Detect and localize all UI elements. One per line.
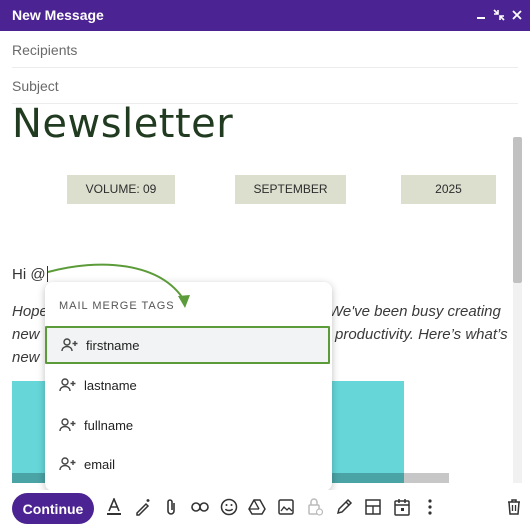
merge-tag-label: email [84,456,116,472]
body-line1-left: Hope [12,303,48,320]
attachment-icon[interactable] [162,498,180,516]
schedule-icon[interactable] [393,498,411,516]
continue-button[interactable]: Continue [12,493,94,524]
collapse-icon[interactable] [492,7,506,23]
text-cursor [46,266,48,282]
body-line2-right: productivity. Here’s what’s [335,326,508,343]
more-icon[interactable] [421,498,439,516]
subject-placeholder: Subject [12,78,59,94]
subject-field[interactable]: Subject [12,68,518,104]
title-bar: New Message [0,0,530,31]
compose-toolbar: Continue [0,490,530,530]
year-pill: 2025 [401,175,496,204]
add-person-icon [59,457,76,471]
pen-icon[interactable] [335,498,353,516]
minimize-icon[interactable] [474,7,488,23]
window-title: New Message [12,7,104,23]
month-pill: SEPTEMBER [235,175,346,204]
magic-pen-icon[interactable] [134,498,152,516]
scrollbar-track[interactable] [513,283,522,483]
body-line3-left: new [12,349,40,366]
merge-tag-firstname[interactable]: firstname [45,326,330,364]
merge-tag-fullname[interactable]: fullname [45,406,332,444]
lock-clock-icon[interactable] [306,498,324,516]
merge-tag-label: lastname [84,377,137,393]
text-format-icon[interactable] [105,498,123,516]
recipients-field[interactable]: Recipients [12,32,518,68]
add-person-icon [59,418,76,432]
link-icon[interactable] [191,498,209,516]
mail-merge-popup: MAIL MERGE TAGS firstname lastname fulln… [45,282,332,491]
greeting-text: Hi @ [12,266,48,283]
merge-tag-label: firstname [86,337,140,353]
merge-tag-label: fullname [84,417,134,433]
volume-pill: VOLUME: 09 [67,175,175,204]
trash-icon[interactable] [505,498,523,516]
close-icon[interactable] [510,7,524,23]
add-person-icon [59,378,76,392]
add-person-icon [61,338,78,352]
drive-icon[interactable] [248,498,266,516]
newsletter-heading: Newsletter [12,101,234,147]
body-line2-left: new [12,326,40,343]
recipients-placeholder: Recipients [12,42,78,58]
emoji-icon[interactable] [220,498,238,516]
image-icon[interactable] [277,498,295,516]
merge-tag-lastname[interactable]: lastname [45,366,332,404]
body-line1-right: We've been busy creating [329,303,501,320]
merge-tag-email[interactable]: email [45,445,332,483]
layout-icon[interactable] [364,498,382,516]
scrollbar-thumb[interactable] [513,137,522,283]
greeting-prefix: Hi @ [12,266,46,283]
popup-header: MAIL MERGE TAGS [59,300,175,312]
